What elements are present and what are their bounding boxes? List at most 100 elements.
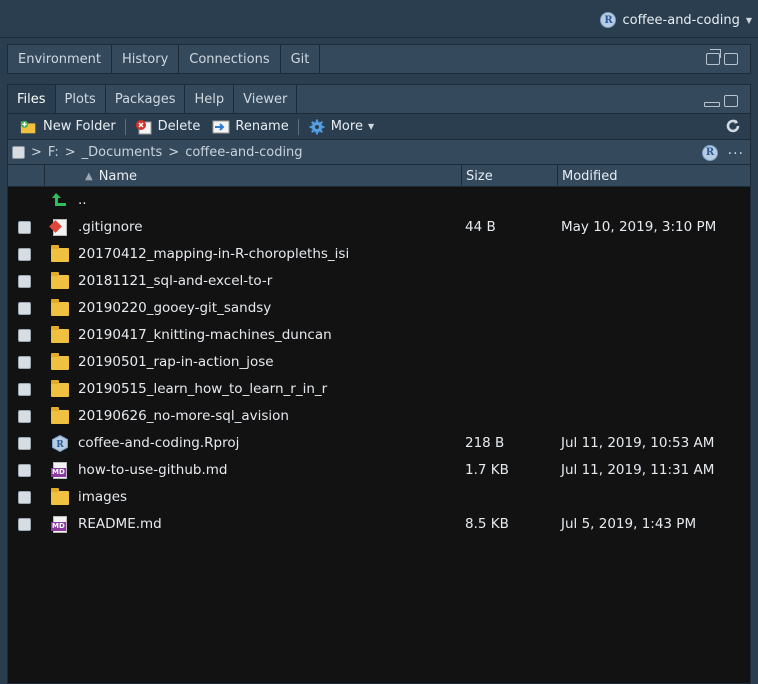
tab-help[interactable]: Help [185, 85, 235, 113]
column-modified-label: Modified [562, 168, 618, 184]
go-to-project-dir-icon[interactable]: R [702, 144, 718, 161]
svg-text:R: R [56, 440, 64, 450]
file-row[interactable]: 20190515_learn_how_to_learn_r_in_r [8, 376, 750, 403]
file-row[interactable]: MD how-to-use-github.md 1.7 KB Jul 11, 2019… [8, 457, 750, 484]
file-name[interactable]: 20190515_learn_how_to_learn_r_in_r [78, 381, 327, 397]
markdown-icon: MD [51, 462, 69, 479]
toolbar-divider [124, 118, 126, 135]
row-checkbox[interactable] [18, 491, 31, 504]
row-checkbox[interactable] [18, 518, 31, 531]
file-row[interactable]: MD README.md 8.5 KB Jul 5, 2019, 1:43 PM [8, 511, 750, 538]
column-modified[interactable]: Modified [557, 165, 750, 187]
delete-label: Delete [157, 119, 201, 134]
folder-icon [51, 488, 69, 506]
column-size[interactable]: Size [461, 165, 557, 187]
select-all-checkbox[interactable] [12, 145, 25, 159]
upper-pane-tabbar: Environment History Connections Git [7, 44, 751, 74]
file-name[interactable]: 20190417_knitting-machines_duncan [78, 327, 332, 343]
tab-files[interactable]: Files [8, 85, 56, 113]
tab-git[interactable]: Git [280, 45, 321, 73]
file-row[interactable]: 20190501_rap-in-action_jose [8, 349, 750, 376]
row-checkbox[interactable] [18, 356, 31, 369]
breadcrumb-drive[interactable]: F: [48, 145, 59, 160]
row-checkbox[interactable] [18, 437, 31, 450]
folder-icon [51, 326, 69, 344]
file-row[interactable]: 20181121_sql-and-excel-to-r [8, 268, 750, 295]
markdown-icon: MD [51, 516, 69, 533]
restore-pane-icon[interactable] [724, 95, 738, 107]
breadcrumb-documents[interactable]: _Documents [82, 145, 163, 160]
row-checkbox[interactable] [18, 410, 31, 423]
chevron-down-icon: ▼ [367, 122, 375, 131]
maximize-pane-icon[interactable] [724, 53, 738, 65]
more-options-icon[interactable]: ... [728, 142, 744, 158]
files-pane: Files Plots Packages Help Viewer New Fol… [7, 84, 751, 684]
tab-environment[interactable]: Environment [8, 45, 113, 73]
file-name[interactable]: 20190501_rap-in-action_jose [78, 354, 274, 370]
file-size: 8.5 KB [465, 516, 509, 532]
file-row[interactable]: 20170412_mapping-in-R-choropleths_isi [8, 241, 750, 268]
chevron-down-icon: ▼ [745, 15, 752, 25]
file-name[interactable]: README.md [78, 516, 162, 532]
file-size: 44 B [465, 219, 496, 235]
row-checkbox[interactable] [18, 329, 31, 342]
file-size: 1.7 KB [465, 462, 509, 478]
folder-icon [51, 407, 69, 425]
column-name[interactable]: ▲ Name [44, 165, 464, 187]
file-table-header: ▲ Name Size Modified [8, 165, 750, 187]
file-name[interactable]: 20190626_no-more-sql_avision [78, 408, 289, 424]
file-name[interactable]: coffee-and-coding.Rproj [78, 435, 239, 451]
file-name[interactable]: .gitignore [78, 219, 143, 235]
file-row[interactable]: 20190417_knitting-machines_duncan [8, 322, 750, 349]
row-checkbox[interactable] [18, 248, 31, 261]
gear-icon [308, 119, 326, 135]
restore-pane-icon[interactable] [706, 49, 721, 65]
project-bar: R coffee-and-coding ▼ [0, 0, 758, 38]
row-checkbox[interactable] [18, 302, 31, 315]
lower-pane-tabbar: Files Plots Packages Help Viewer [8, 85, 750, 114]
toolbar-divider [297, 118, 299, 135]
delete-button[interactable]: Delete [129, 114, 207, 139]
up-arrow-icon [51, 192, 69, 209]
row-checkbox[interactable] [18, 464, 31, 477]
folder-icon [51, 245, 69, 263]
new-folder-button[interactable]: New Folder [14, 114, 122, 139]
parent-directory-row[interactable]: .. [8, 187, 750, 214]
row-checkbox[interactable] [18, 383, 31, 396]
tab-connections[interactable]: Connections [179, 45, 281, 73]
minimize-pane-icon[interactable] [704, 102, 720, 107]
rename-icon [212, 119, 230, 135]
breadcrumb: > F: > _Documents > coffee-and-coding R … [8, 140, 750, 165]
chevron-right-icon: > [64, 144, 76, 160]
tab-packages[interactable]: Packages [105, 85, 186, 113]
project-name: coffee-and-coding [622, 12, 740, 28]
file-row[interactable]: Rcoffee-and-coding.Rproj 218 B Jul 11, 201… [8, 430, 750, 457]
file-row[interactable]: 20190220_gooey-git_sandsy [8, 295, 750, 322]
more-label: More [330, 119, 363, 134]
chevron-right-icon: > [168, 144, 180, 160]
rename-button[interactable]: Rename [206, 114, 294, 139]
file-name[interactable]: images [78, 489, 127, 505]
file-name[interactable]: 20190220_gooey-git_sandsy [78, 300, 271, 316]
file-row[interactable]: 20190626_no-more-sql_avision [8, 403, 750, 430]
row-checkbox[interactable] [18, 275, 31, 288]
tab-viewer[interactable]: Viewer [234, 85, 298, 113]
folder-icon [51, 299, 69, 317]
rename-label: Rename [235, 119, 289, 134]
file-name[interactable]: how-to-use-github.md [78, 462, 227, 478]
row-checkbox[interactable] [18, 221, 31, 234]
tab-plots[interactable]: Plots [55, 85, 106, 113]
file-name[interactable]: 20181121_sql-and-excel-to-r [78, 273, 272, 289]
tab-history[interactable]: History [112, 45, 180, 73]
more-menu-button[interactable]: More ▼ [302, 114, 380, 139]
refresh-icon[interactable] [724, 117, 742, 135]
file-row[interactable]: images [8, 484, 750, 511]
file-name[interactable]: 20170412_mapping-in-R-choropleths_isi [78, 246, 349, 262]
breadcrumb-current[interactable]: coffee-and-coding [185, 145, 302, 160]
project-menu[interactable]: R coffee-and-coding ▼ [600, 12, 752, 28]
file-size: 218 B [465, 435, 505, 451]
file-modified: Jul 5, 2019, 1:43 PM [561, 516, 697, 532]
file-row[interactable]: .gitignore 44 B May 10, 2019, 3:10 PM [8, 214, 750, 241]
sort-ascending-icon: ▲ [85, 170, 93, 182]
folder-icon [51, 380, 69, 398]
